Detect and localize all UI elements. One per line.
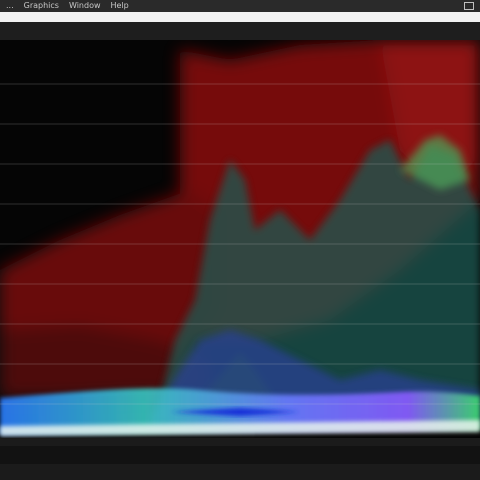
menu-item-graphics[interactable]: Graphics	[24, 0, 59, 12]
menu-item-ellipsis[interactable]: ...	[6, 0, 14, 12]
waveform-scope	[0, 40, 480, 438]
menu-item-help[interactable]: Help	[111, 0, 129, 12]
menu-bar: ... Graphics Window Help	[0, 0, 480, 12]
window-control-icon[interactable]	[464, 2, 474, 10]
footer-bar	[0, 446, 480, 464]
waveform-canvas	[0, 40, 480, 438]
title-strip	[0, 12, 480, 22]
menu-item-window[interactable]: Window	[69, 0, 101, 12]
baseline-trace	[0, 388, 480, 436]
scope-header	[0, 22, 480, 41]
scope-footer	[0, 438, 480, 480]
